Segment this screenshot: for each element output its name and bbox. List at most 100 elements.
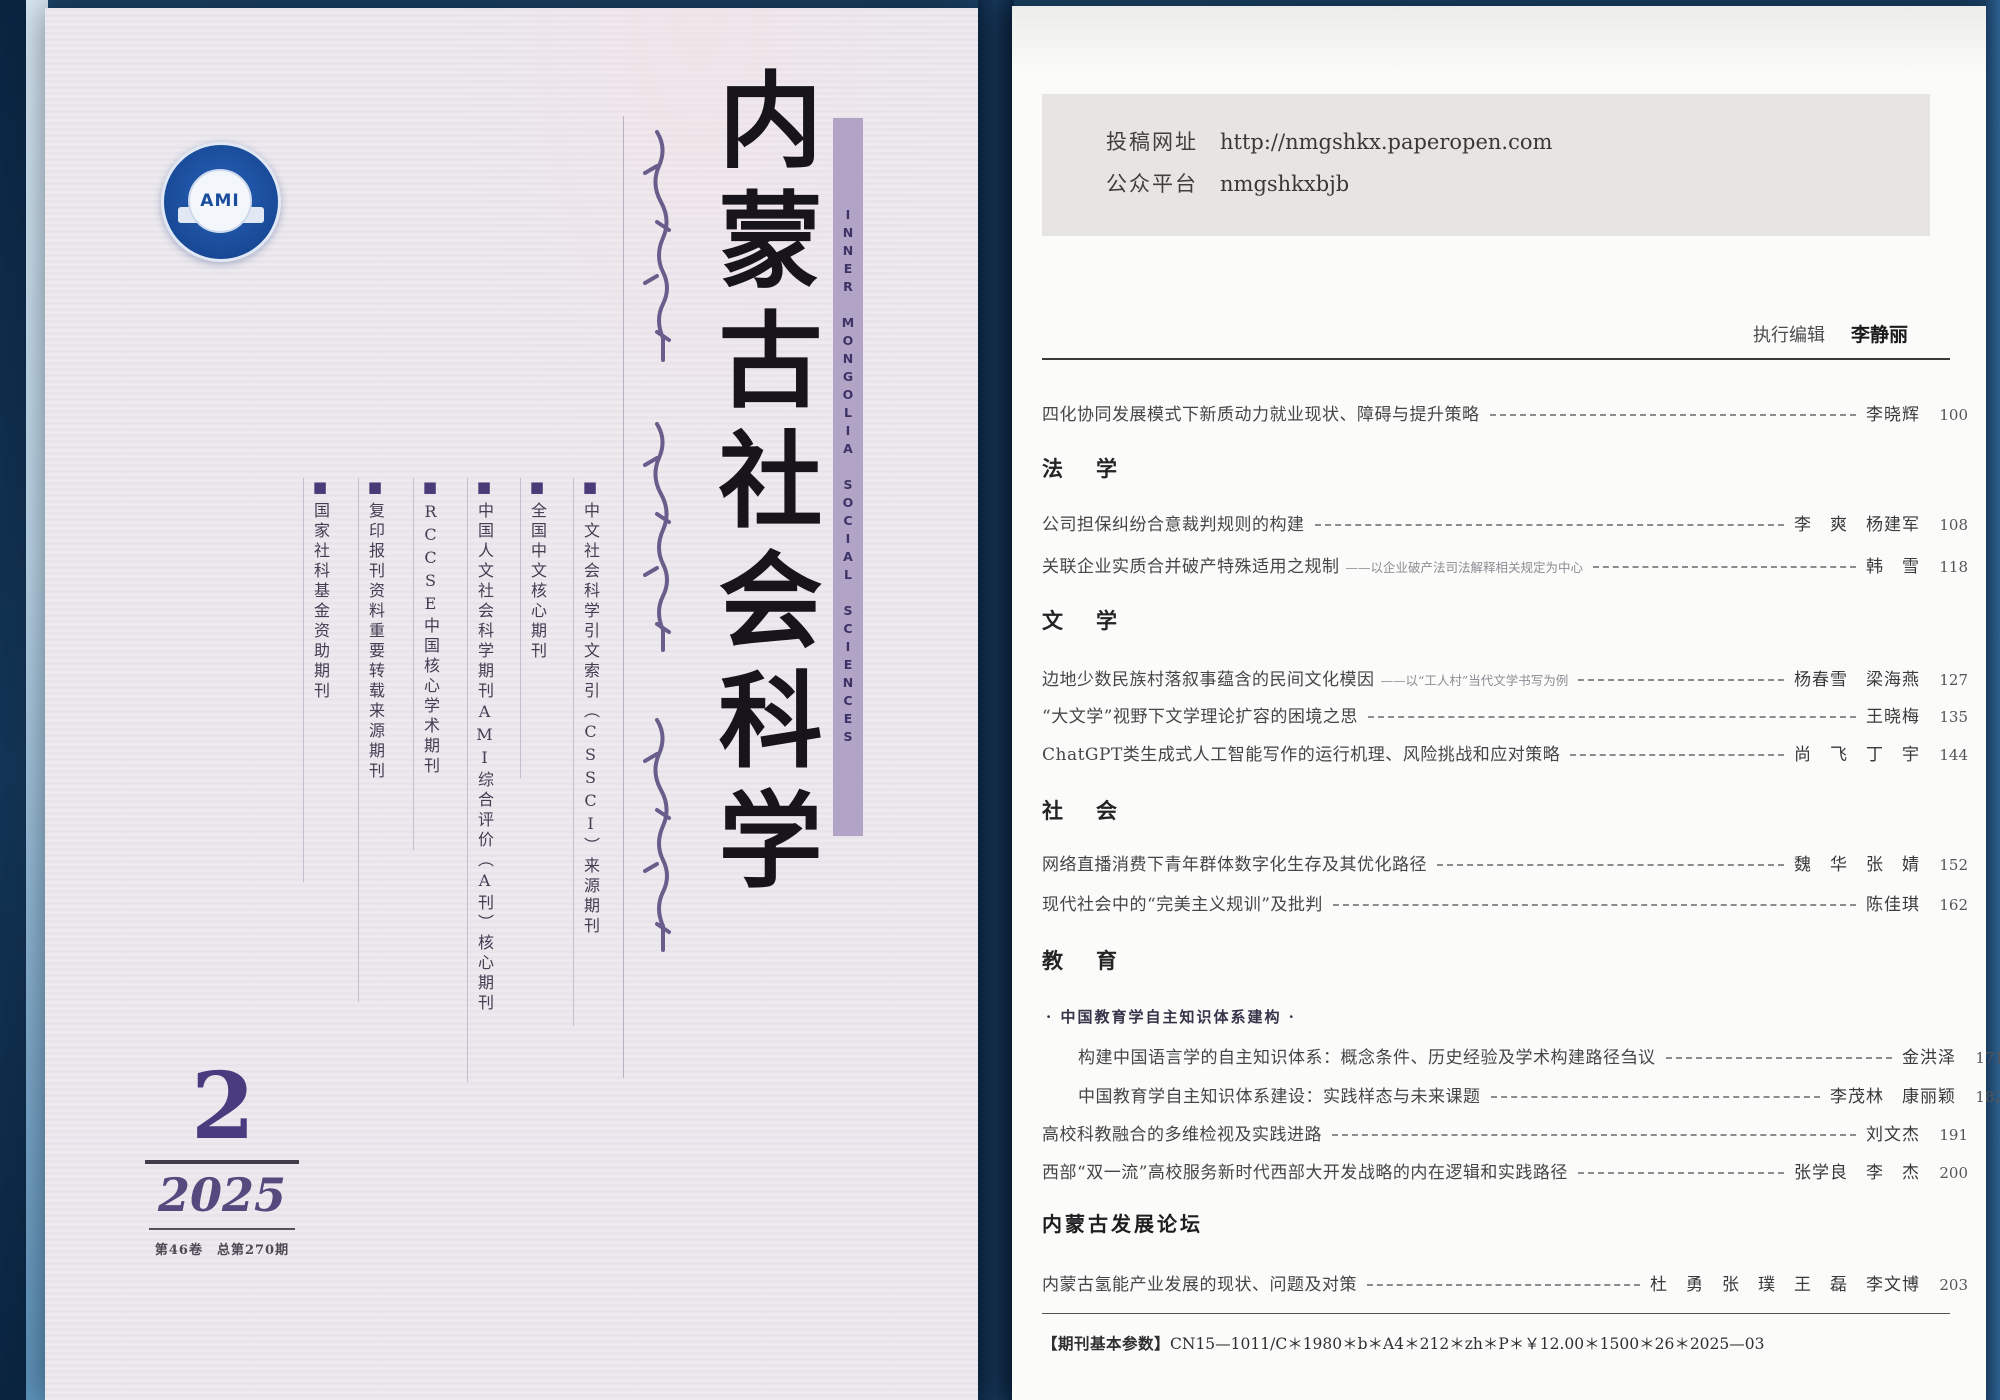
toc-entry: “大文学”视野下文学理论扩容的困境之思 王晓梅 135 [1042,702,1968,727]
toc-dot-leader [1332,1134,1856,1136]
toc-entry-page: 118 [1934,558,1968,576]
toc-dot-leader [1570,754,1784,756]
toc-entry-authors: 魏 华 张 婧 [1794,850,1920,875]
accolade-item: 复印报刊资料重要转载来源期刊 [358,478,387,1002]
toc-entry: 四化协同发展模式下新质动力就业现状、障碍与提升策略 李晓辉 100 [1042,400,1968,425]
journal-title-english: INNER MONGOLIA SOCIAL SCIENCES [841,207,856,747]
toc-dot-leader [1368,716,1856,718]
toc-entry: 西部“双一流”高校服务新时代西部大开发战略的内在逻辑和实践路径 张学良 李 杰 … [1042,1158,1968,1183]
toc-entry-authors: 刘文杰 [1866,1120,1920,1145]
toc-entry-title: 西部“双一流”高校服务新时代西部大开发战略的内在逻辑和实践路径 [1042,1158,1568,1183]
toc-entry-page: 152 [1934,856,1968,874]
toc-entry-page: 108 [1934,516,1968,534]
submission-url-value: http://nmgshkx.paperopen.com [1220,130,1552,154]
toc-entry-page: 135 [1934,708,1968,726]
accolade-item: 国家社科基金资助期刊 [303,478,332,882]
toc-entry-page: 144 [1934,746,1968,764]
toc-dot-leader [1491,1096,1821,1098]
english-title-strip: INNER MONGOLIA SOCIAL SCIENCES [833,118,863,836]
backdrop-left-dark-band [0,0,26,1400]
toc-subsection-header: · 中国教育学自主知识体系建构 · [1046,1006,1296,1027]
toc-entry-authors: 李晓辉 [1866,400,1920,425]
toc-section-header: 法 学 [1042,453,1123,483]
journal-title-calligraphy: 内蒙古社会科学 [681,66,831,1076]
toc-entry: 中国教育学自主知识体系建设：实践样态与未来课题 李茂林 康丽颖 182 [1042,1082,2000,1107]
contents-page: 投稿网址 http://nmgshkx.paperopen.com 公众平台 nmg… [1012,6,1986,1400]
toc-entry-authors: 陈佳琪 [1866,890,1920,915]
toc-entry-title: 公司担保纠纷合意裁判规则的构建 [1042,510,1305,535]
wechat-line: 公众平台 nmgshkxbjb [1106,168,1349,198]
editor-name: 李静丽 [1851,324,1908,346]
cover-vertical-divider [623,116,624,1078]
mongolian-script [633,124,679,1024]
submission-info-box: 投稿网址 http://nmgshkx.paperopen.com 公众平台 nmg… [1042,94,1930,236]
toc-entry-title: 内蒙古氢能产业发展的现状、问题及对策 [1042,1270,1357,1295]
toc-entry-title: “大文学”视野下文学理论扩容的困境之思 [1042,702,1358,727]
toc-entry: ChatGPT类生成式人工智能写作的运行机理、风险挑战和应对策略 尚 飞 丁 宇… [1042,740,1968,765]
toc-entry-page: 162 [1934,896,1968,914]
toc-entry-page: 127 [1934,671,1968,689]
toc-forum-header: 内蒙古发展论坛 [1042,1208,1203,1237]
toc-dot-leader [1578,1172,1784,1174]
toc-entry-title: 关联企业实质合并破产特殊适用之规制 [1042,552,1340,577]
accolade-item: RCCSE中国核心学术期刊 [413,478,442,850]
journal-parameters-value: CN15—1011/C＊1980＊b＊A4＊212＊zh＊P＊￥12.00＊15… [1170,1335,1764,1353]
toc-entry-page: 171 [1970,1049,2000,1067]
toc-entry-page: 100 [1934,406,1968,424]
backdrop-right-band [1986,0,2000,1400]
journal-seal-logo: AMI [161,142,281,262]
toc-entry-authors: 李茂林 康丽颖 [1830,1082,1956,1107]
issue-rule-bottom [149,1228,295,1230]
toc-entry-page: 203 [1934,1276,1968,1294]
toc-top-rule [1042,358,1950,360]
accolade-item: 中国人文社会科学期刊AMI综合评价（A刊）核心期刊 [467,478,496,1082]
volume-note: 第46卷 总第270期 [133,1239,311,1258]
toc-entry: 高校科教融合的多维检视及实践进路 刘文杰 191 [1042,1120,1968,1145]
toc-entry-subtitle: ——以企业破产法司法解释相关规定为中心 [1346,557,1584,576]
journal-parameters-label: 【期刊基本参数】 [1042,1334,1170,1353]
toc-entry-title: 边地少数民族村落叙事蕴含的民间文化模因 [1042,665,1375,690]
toc-entry-authors: 杨春雪 梁海燕 [1794,665,1920,690]
toc-entry-title: 构建中国语言学的自主知识体系：概念条件、历史经验及学术构建路径刍议 [1078,1043,1656,1068]
toc-dot-leader [1315,524,1785,526]
accolade-item: 中文社会科学引文索引（CSSCI）来源期刊 [573,478,602,1026]
wechat-label: 公众平台 [1106,172,1198,196]
toc-dot-leader [1666,1057,1893,1059]
wechat-id-value: nmgshkxbjb [1220,172,1349,196]
executive-editor-line: 执行编辑 李静丽 [1753,320,1908,347]
toc-bottom-rule [1042,1313,1950,1314]
journal-parameters-line: 【期刊基本参数】CN15—1011/C＊1980＊b＊A4＊212＊zh＊P＊￥… [1042,1332,1962,1354]
toc-entry-title: 现代社会中的“完美主义规训”及批判 [1042,890,1323,915]
toc-entry: 构建中国语言学的自主知识体系：概念条件、历史经验及学术构建路径刍议 金洪泽 17… [1042,1043,2000,1068]
toc-entry-page: 200 [1934,1164,1968,1182]
toc-entry: 关联企业实质合并破产特殊适用之规制 ——以企业破产法司法解释相关规定为中心 韩 … [1042,552,1968,577]
toc-entry: 内蒙古氢能产业发展的现状、问题及对策 杜 勇 张 璞 王 磊 李文博 203 [1042,1270,1968,1295]
toc-section-header: 教 育 [1042,945,1123,975]
toc-entry-authors: 尚 飞 丁 宇 [1794,740,1920,765]
toc-entry-authors: 韩 雪 [1866,552,1920,577]
toc-entry: 公司担保纠纷合意裁判规则的构建 李 爽 杨建军 108 [1042,510,1968,535]
seal-text: AMI [200,191,239,211]
toc-dot-leader [1367,1284,1640,1286]
editor-label: 执行编辑 [1753,325,1825,346]
page-gap-shadow [978,0,1014,1400]
toc-entry-title: 四化协同发展模式下新质动力就业现状、障碍与提升策略 [1042,400,1480,425]
toc-dot-leader [1437,864,1784,866]
accolade-item: 全国中文核心期刊 [520,478,549,778]
toc-section-header: 文 学 [1042,605,1123,635]
issue-rule-top [145,1160,299,1164]
toc-dot-leader [1578,679,1784,681]
journal-spread-photo: AMI 中文社会科学引文索引（CSSCI）来源期刊 全国中文核心期刊 中国人文社… [0,0,2000,1400]
toc-dot-leader [1333,904,1856,906]
issue-number: 2 [163,1060,283,1152]
seal-center-emblem: AMI [188,169,252,233]
toc-entry-authors: 金洪泽 [1902,1043,1956,1068]
toc-entry: 网络直播消费下青年群体数字化生存及其优化路径 魏 华 张 婧 152 [1042,850,1968,875]
toc-entry-page: 191 [1934,1126,1968,1144]
toc-entry-title: 中国教育学自主知识体系建设：实践样态与未来课题 [1078,1082,1481,1107]
toc-entry-authors: 王晓梅 [1866,702,1920,727]
toc-entry-title: ChatGPT类生成式人工智能写作的运行机理、风险挑战和应对策略 [1042,740,1560,765]
submission-url-label: 投稿网址 [1106,130,1198,154]
toc-dot-leader [1490,414,1857,416]
toc-entry-title: 网络直播消费下青年群体数字化生存及其优化路径 [1042,850,1427,875]
